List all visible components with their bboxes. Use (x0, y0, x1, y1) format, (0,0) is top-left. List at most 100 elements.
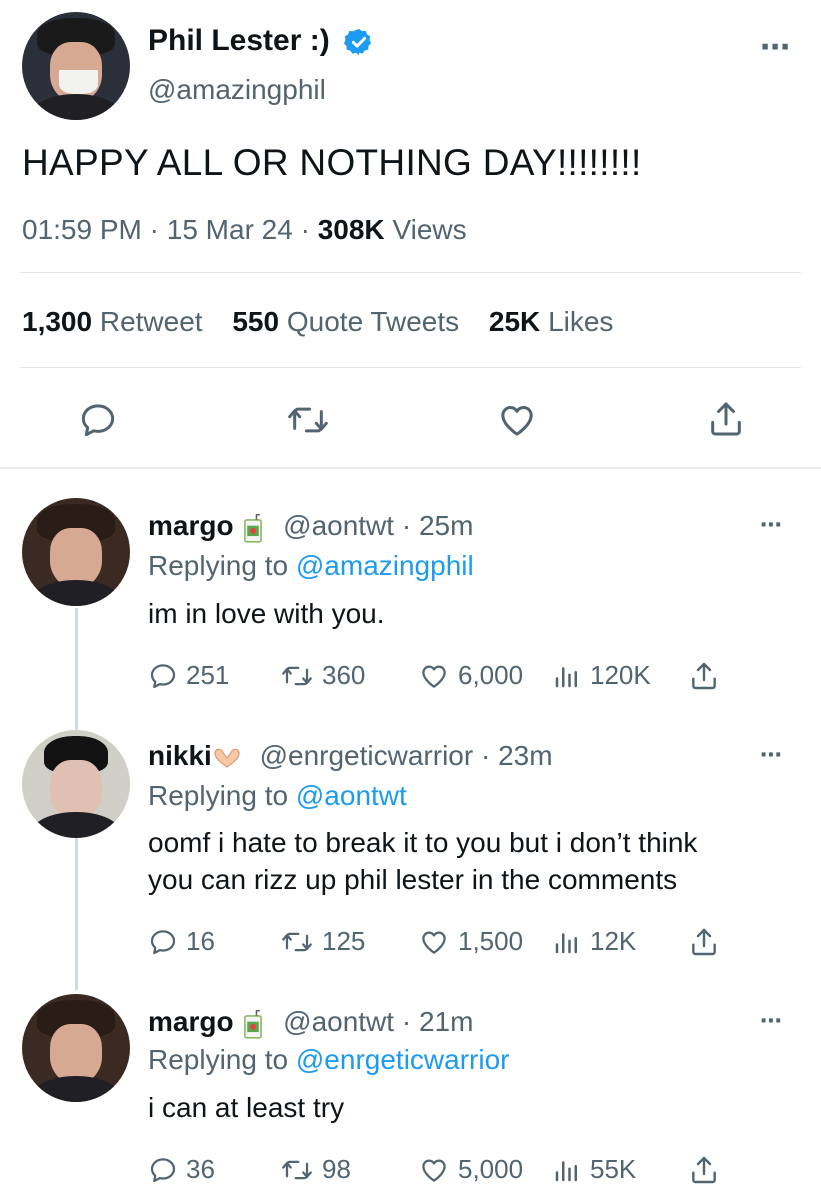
reply-text-line: oomf i hate to break it to you but i don… (148, 827, 698, 858)
like-icon[interactable] (496, 400, 538, 440)
juice-box-emoji (244, 513, 263, 543)
avatar-cup (58, 70, 98, 95)
author-display-name[interactable]: Phil Lester :) (148, 24, 330, 57)
view-count: 120K (590, 660, 651, 690)
avatar-body (30, 580, 122, 606)
likes-count: 25K (488, 306, 541, 337)
like-icon (422, 665, 446, 688)
views-action[interactable]: 120K (552, 660, 651, 691)
reply-count: 36 (186, 1154, 215, 1184)
retweet-count: 98 (322, 1154, 351, 1184)
replying-to: Replying to @enrgeticwarrior (148, 1044, 509, 1076)
reply-action[interactable]: 16 (148, 926, 215, 957)
retweet-icon[interactable] (286, 400, 330, 440)
replying-to-link[interactable]: @amazingphil (296, 550, 474, 581)
views-label: Views (392, 214, 467, 245)
section-divider (0, 467, 821, 469)
reply-handle[interactable]: @aontwt (283, 510, 394, 541)
meta-separator: · (300, 214, 310, 245)
more-icon[interactable]: ⋯ (760, 512, 783, 538)
like-count: 5,000 (458, 1154, 524, 1184)
author-handle[interactable]: @amazingphil (148, 74, 326, 106)
reply-icon (150, 663, 176, 688)
reply-display-name[interactable]: margo (148, 510, 234, 541)
avatar-body (30, 94, 122, 120)
avatar-margo[interactable] (22, 498, 130, 606)
avatar-nikki[interactable] (22, 730, 130, 838)
more-icon[interactable]: ⋯ (760, 1008, 783, 1034)
tweet-text: HAPPY ALL OR NOTHING DAY!!!!!!!! (22, 142, 642, 183)
retweets-count: 1,300 (22, 306, 93, 337)
avatar-margo[interactable] (22, 994, 130, 1102)
reply-icon[interactable] (78, 400, 118, 440)
like-action[interactable]: 6,000 (418, 660, 523, 691)
replying-prefix: Replying to (148, 780, 289, 811)
like-action[interactable]: 1,500 (418, 926, 523, 957)
avatar-face (50, 760, 102, 819)
reply-header: margo @aontwt · 25m (148, 510, 473, 543)
views-icon (555, 932, 577, 953)
reply-display-name[interactable]: nikki (148, 740, 212, 771)
reply-action[interactable]: 251 (148, 660, 229, 691)
meta-separator: · (149, 214, 159, 245)
retweet-action[interactable]: 360 (280, 660, 365, 691)
tweet-stats: 1,300 Retweet 550 Quote Tweets 25K Likes (22, 306, 613, 338)
like-icon (422, 1159, 446, 1182)
view-count: 55K (590, 1154, 637, 1184)
avatar-body (30, 1076, 122, 1102)
share-icon[interactable] (688, 660, 720, 692)
reply-icon (150, 1157, 176, 1182)
reply-handle[interactable]: @aontwt (283, 1006, 394, 1037)
reply-time: · 25m (401, 510, 474, 541)
retweets-label: Retweet (99, 306, 203, 337)
reply-header: nikki @enrgeticwarrior · 23m (148, 740, 553, 772)
reply-count: 16 (186, 926, 215, 956)
divider (20, 367, 801, 368)
reply-text-line: you can rizz up phil lester in the comme… (148, 864, 678, 895)
like-action[interactable]: 5,000 (418, 1154, 523, 1185)
tweet-date: 15 Mar 24 (166, 214, 293, 245)
author-name-row[interactable]: Phil Lester :) (148, 24, 374, 58)
likes-stat[interactable]: 25K Likes (489, 306, 614, 337)
views-action[interactable]: 55K (552, 1154, 636, 1185)
more-icon[interactable]: ⋯ (760, 742, 783, 768)
quotes-count: 550 (232, 306, 280, 337)
share-icon[interactable] (688, 926, 720, 958)
reply-time: · 23m (480, 740, 553, 771)
replying-to: Replying to @amazingphil (148, 550, 474, 582)
replying-to-link[interactable]: @enrgeticwarrior (296, 1044, 510, 1075)
like-count: 1,500 (458, 926, 524, 956)
views-icon (555, 1160, 577, 1181)
retweet-count: 125 (322, 926, 366, 956)
share-icon[interactable] (706, 398, 746, 440)
replying-to-link[interactable]: @aontwt (296, 780, 407, 811)
heart-hands-emoji (214, 748, 240, 768)
retweet-action[interactable]: 125 (280, 926, 365, 957)
retweets-stat[interactable]: 1,300 Retweet (22, 306, 203, 337)
reply-display-name[interactable]: margo (148, 1006, 234, 1037)
more-icon[interactable]: ⋯ (760, 30, 791, 65)
retweet-count: 360 (322, 660, 366, 690)
retweet-icon (282, 932, 312, 951)
avatar-face (50, 528, 102, 587)
avatar-body (30, 812, 122, 838)
reply-header: margo @aontwt · 21m (148, 1006, 473, 1039)
quotes-label: Quote Tweets (286, 306, 460, 337)
retweet-icon (282, 1160, 312, 1179)
view-count: 12K (590, 926, 637, 956)
like-icon (422, 931, 446, 954)
retweet-action[interactable]: 98 (280, 1154, 351, 1185)
replying-prefix: Replying to (148, 550, 289, 581)
avatar-phil[interactable] (22, 12, 130, 120)
share-icon[interactable] (688, 1154, 720, 1186)
reply-text: i can at least try (148, 1092, 345, 1123)
reply-handle[interactable]: @enrgeticwarrior (260, 740, 474, 771)
replying-prefix: Replying to (148, 1044, 289, 1075)
reply-action[interactable]: 36 (148, 1154, 215, 1185)
reply-icon (150, 929, 176, 954)
reply-count: 251 (186, 660, 230, 690)
divider (20, 272, 801, 273)
quotes-stat[interactable]: 550 Quote Tweets (232, 306, 459, 337)
views-icon (555, 666, 577, 687)
views-action[interactable]: 12K (552, 926, 636, 957)
